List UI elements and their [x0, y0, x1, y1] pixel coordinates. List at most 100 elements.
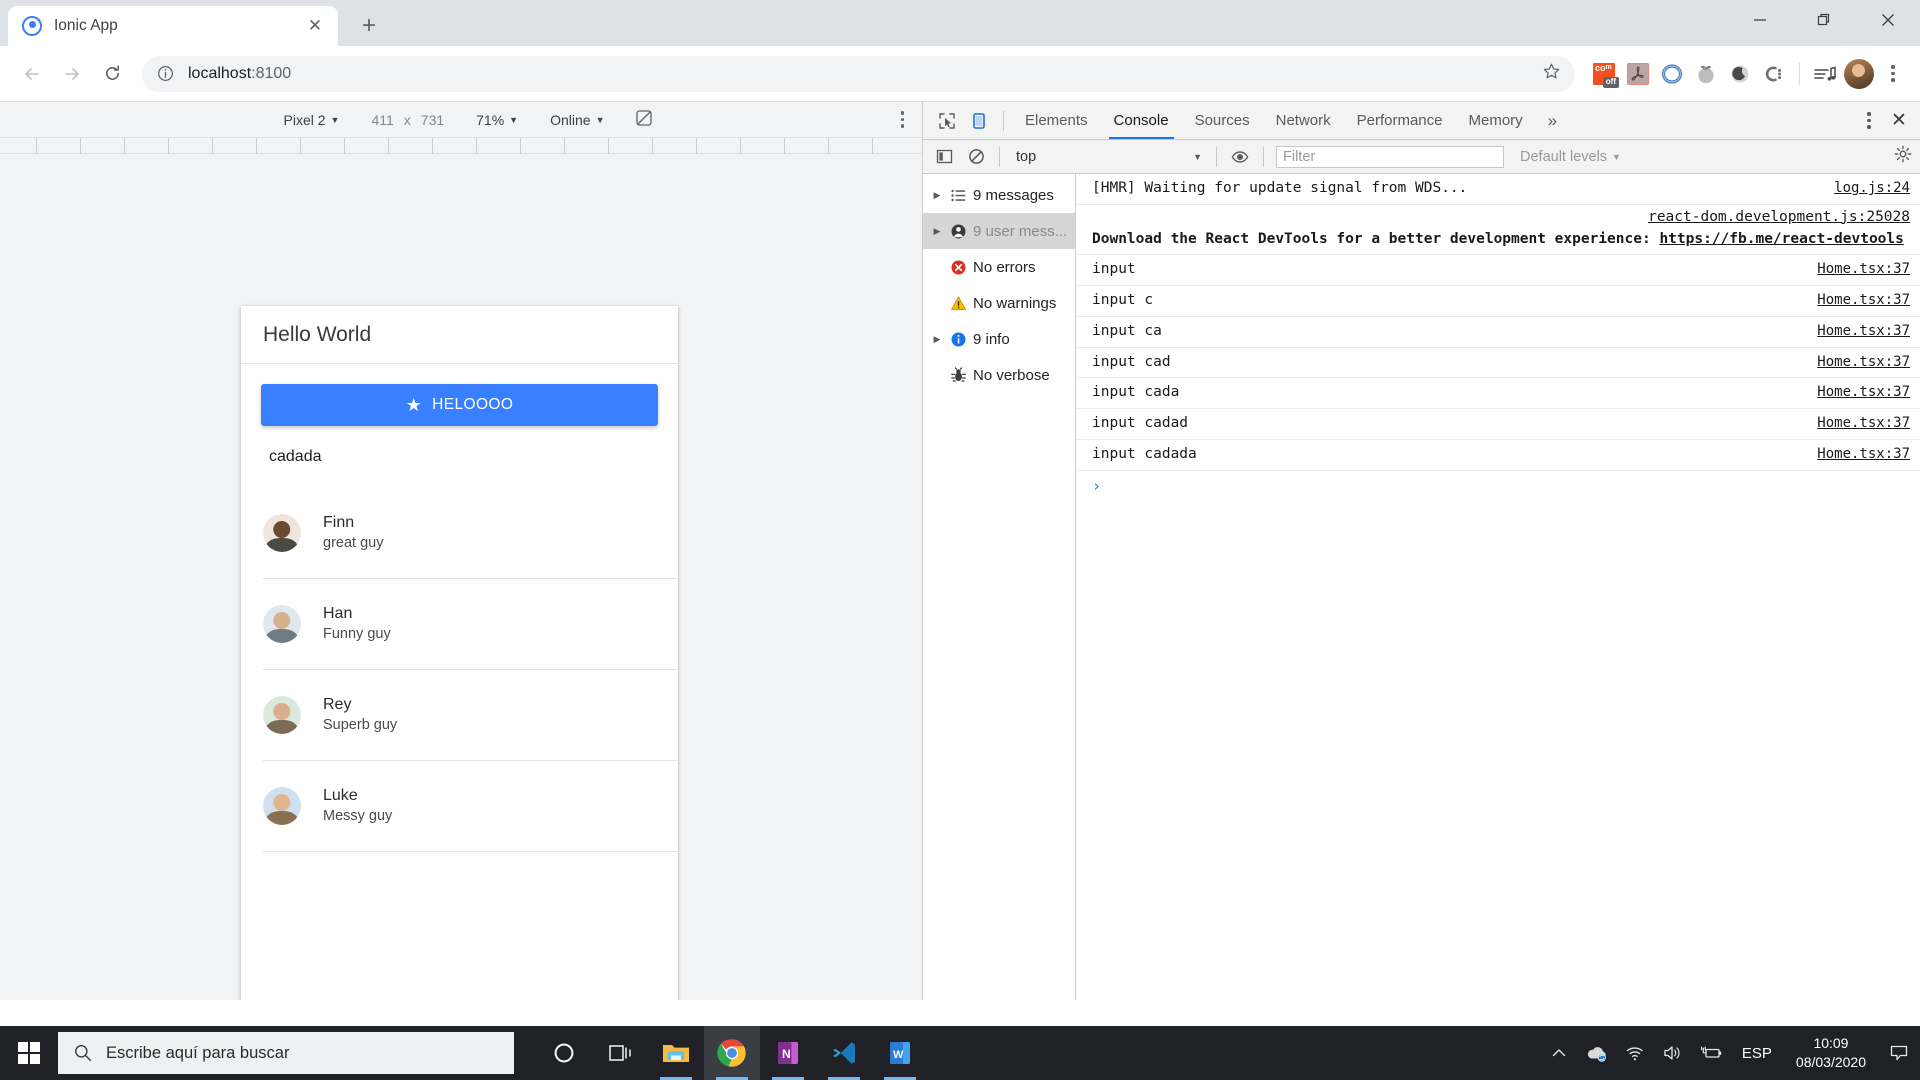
vscode-icon[interactable] [816, 1026, 872, 1080]
site-info-icon[interactable] [156, 64, 176, 84]
list-item[interactable]: Luke Messy guy [263, 761, 678, 852]
close-icon[interactable] [1856, 0, 1920, 40]
browser-tab[interactable]: Ionic App ✕ [8, 6, 338, 46]
tab-console[interactable]: Console [1101, 102, 1182, 139]
microsoft-word-icon[interactable]: W [872, 1026, 928, 1080]
tab-sources[interactable]: Sources [1182, 102, 1263, 139]
list-item[interactable]: Rey Superb guy [263, 670, 678, 761]
media-list-icon[interactable] [1810, 59, 1840, 89]
com-off-extension-icon[interactable]: com off [1589, 59, 1619, 89]
list-item[interactable]: Finn great guy [263, 488, 678, 579]
chevron-right-icon[interactable]: ▶ [929, 226, 945, 237]
console-prompt[interactable]: › [1076, 471, 1920, 499]
dark-mode-extension-icon[interactable] [1725, 59, 1755, 89]
console-message-source[interactable]: Home.tsx:37 [1817, 259, 1910, 280]
console-message-list[interactable]: [HMR] Waiting for update signal from WDS… [1076, 174, 1920, 1000]
zoom-selector[interactable]: 71% ▼ [476, 112, 518, 128]
sidebar-item-info[interactable]: ▶ 9 info [923, 321, 1075, 357]
console-message-source[interactable]: log.js:24 [1834, 178, 1910, 199]
reload-icon[interactable] [92, 54, 132, 94]
console-message[interactable]: react-dom.development.js:25028 Download … [1076, 205, 1920, 256]
heloooo-button[interactable]: ★ HELOOOO [261, 384, 658, 426]
console-message-source[interactable]: react-dom.development.js:25028 [1648, 209, 1910, 225]
sidebar-item-user-messages[interactable]: ▶ 9 user mess... [923, 213, 1075, 249]
blue-ring-extension-icon[interactable] [1657, 59, 1687, 89]
console-message-source[interactable]: Home.tsx:37 [1817, 352, 1910, 373]
onedrive-icon[interactable] [1578, 1026, 1616, 1080]
clear-console-icon[interactable] [961, 144, 991, 170]
cortana-icon[interactable] [536, 1026, 592, 1080]
chevron-right-icon[interactable]: ▶ [929, 334, 945, 345]
console-message[interactable]: input cadad Home.tsx:37 [1076, 409, 1920, 440]
volume-icon[interactable] [1654, 1026, 1692, 1080]
devtools-menu-icon[interactable] [1856, 106, 1882, 136]
devtools-close-icon[interactable]: ✕ [1882, 106, 1916, 136]
battery-charging-icon[interactable] [1692, 1026, 1730, 1080]
log-levels-selector[interactable]: Default levels ▼ [1520, 149, 1621, 165]
live-expression-icon[interactable] [1225, 144, 1255, 170]
more-tabs-icon[interactable]: » [1536, 111, 1569, 131]
react-devtools-link[interactable]: https://fb.me/react-devtools [1659, 231, 1903, 247]
tab-network[interactable]: Network [1263, 102, 1344, 139]
console-message-source[interactable]: Home.tsx:37 [1817, 382, 1910, 403]
list-item[interactable]: Han Funny guy [263, 579, 678, 670]
console-sidebar-toggle-icon[interactable] [929, 144, 959, 170]
tomato-timer-extension-icon[interactable] [1691, 59, 1721, 89]
maximize-icon[interactable] [1792, 0, 1856, 40]
console-message-source[interactable]: Home.tsx:37 [1817, 413, 1910, 434]
console-message[interactable]: input cad Home.tsx:37 [1076, 348, 1920, 379]
device-selector[interactable]: Pixel 2 ▼ [284, 112, 340, 128]
url-bar[interactable]: localhost:8100 [142, 56, 1575, 92]
tab-memory[interactable]: Memory [1456, 102, 1536, 139]
language-indicator[interactable]: ESP [1730, 1045, 1784, 1062]
onenote-icon[interactable]: N [760, 1026, 816, 1080]
ext-off-badge: off [1603, 77, 1619, 88]
adobe-acrobat-extension-icon[interactable] [1623, 59, 1653, 89]
console-message[interactable]: input Home.tsx:37 [1076, 255, 1920, 286]
device-height-input[interactable]: 731 [421, 112, 444, 128]
console-message-source[interactable]: Home.tsx:37 [1817, 290, 1910, 311]
new-tab-button[interactable]: + [352, 9, 386, 43]
device-width-input[interactable]: 411 [371, 112, 393, 128]
rotate-device-icon[interactable] [634, 108, 654, 131]
file-explorer-icon[interactable] [648, 1026, 704, 1080]
google-chrome-icon[interactable] [704, 1026, 760, 1080]
console-message[interactable]: [HMR] Waiting for update signal from WDS… [1076, 174, 1920, 205]
windows-start-icon[interactable] [0, 1026, 58, 1080]
chevron-right-icon[interactable]: ▶ [929, 190, 945, 201]
console-message[interactable]: input cada Home.tsx:37 [1076, 378, 1920, 409]
task-view-icon[interactable] [592, 1026, 648, 1080]
wifi-icon[interactable] [1616, 1026, 1654, 1080]
console-message[interactable]: input ca Home.tsx:37 [1076, 317, 1920, 348]
console-message-source[interactable]: Home.tsx:37 [1817, 321, 1910, 342]
toggle-device-toolbar-icon[interactable] [963, 106, 995, 136]
tab-close-icon[interactable]: ✕ [302, 13, 328, 39]
back-arrow-icon[interactable] [12, 54, 52, 94]
sidebar-item-messages[interactable]: ▶ 9 messages [923, 177, 1075, 213]
sidebar-item-warnings[interactable]: ▶ No warnings [923, 285, 1075, 321]
tab-performance[interactable]: Performance [1344, 102, 1456, 139]
show-hidden-icons-icon[interactable] [1540, 1026, 1578, 1080]
tab-elements[interactable]: Elements [1012, 102, 1101, 139]
settings-gear-icon[interactable] [1894, 145, 1912, 168]
action-center-icon[interactable] [1878, 1026, 1920, 1080]
console-message-source[interactable]: Home.tsx:37 [1817, 444, 1910, 465]
colon-dots-extension-icon[interactable] [1759, 59, 1789, 89]
minimize-icon[interactable] [1728, 0, 1792, 40]
inspect-element-icon[interactable] [931, 106, 963, 136]
console-message[interactable]: input c Home.tsx:37 [1076, 286, 1920, 317]
sidebar-item-errors[interactable]: ▶ No errors [923, 249, 1075, 285]
sidebar-item-verbose[interactable]: ▶ No verbose [923, 357, 1075, 393]
chrome-menu-icon[interactable] [1878, 57, 1908, 91]
console-message[interactable]: input cadada Home.tsx:37 [1076, 440, 1920, 471]
forward-arrow-icon[interactable] [52, 54, 92, 94]
taskbar-clock[interactable]: 10:09 08/03/2020 [1784, 1034, 1878, 1072]
execution-context-selector[interactable]: top ▼ [1008, 145, 1208, 169]
profile-avatar[interactable] [1844, 59, 1874, 89]
bookmark-star-icon[interactable] [1542, 62, 1561, 86]
device-options-icon[interactable] [901, 111, 905, 128]
console-message-text: input c [1092, 290, 1817, 312]
taskbar-search-input[interactable]: Escribe aquí para buscar [58, 1032, 514, 1074]
console-filter-input[interactable]: Filter [1276, 146, 1504, 168]
throttling-selector[interactable]: Online ▼ [550, 112, 604, 128]
